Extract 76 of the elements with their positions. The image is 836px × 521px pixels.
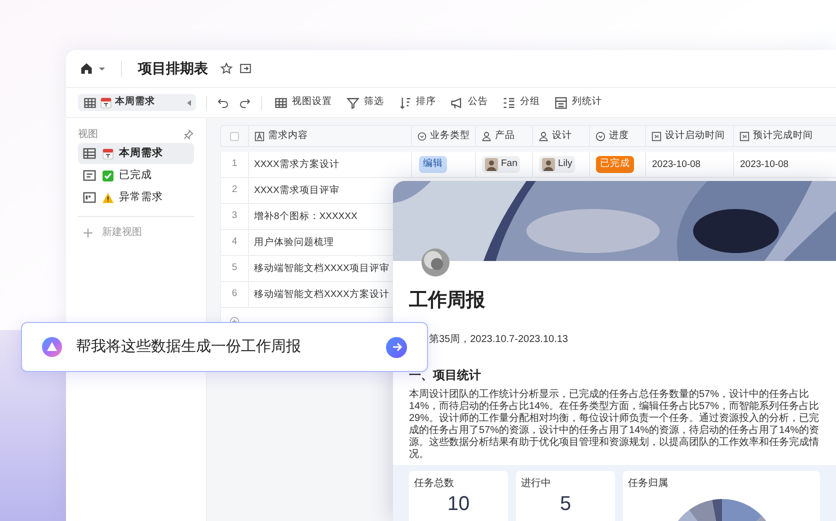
document-subtitle: 第35周，2023.10.7-2023.10.13: [429, 334, 568, 344]
card-label: 进行中: [521, 476, 551, 490]
column-header[interactable]: 业务类型: [411, 126, 475, 146]
avatar: [485, 158, 498, 171]
person-icon: [481, 130, 492, 142]
row-number: 5: [230, 261, 238, 276]
calendar-icon: [102, 148, 114, 160]
person-chip: Lily: [539, 156, 576, 173]
text-field-icon: [254, 130, 265, 142]
view-item[interactable]: 本周需求: [78, 143, 194, 164]
kanban-icon: [82, 190, 97, 205]
group-icon: [502, 96, 516, 110]
dropdown-circle-icon: [595, 130, 606, 142]
ai-prompt-field[interactable]: 帮我将这些数据生成一份工作周报: [21, 322, 428, 372]
stat-value: 5: [560, 494, 572, 514]
caret-icon[interactable]: [99, 66, 105, 72]
view-item[interactable]: 已完成: [78, 165, 194, 186]
home-icon[interactable]: [80, 62, 93, 75]
column-header[interactable]: 设计: [532, 126, 589, 146]
checkbox-icon: [102, 170, 114, 182]
date-icon: [739, 130, 750, 142]
caret-icon: [187, 100, 191, 106]
select-all-checkbox[interactable]: [230, 132, 239, 140]
section-heading: 视图: [78, 128, 98, 142]
report-paragraph: 本周设计团队的工作统计分析显示，已完成的任务占总任务数量的57%，设计中的任务占比14%，而待启动的任务占比14%。在任务类型方面，编辑任务占比57%，而智能系列任务占比29%。设计师的工作量分配相对均衡，每位设计师负责一个任务。通过资源投入的分析，已完成的任务占用了57%的资源，设计中的任务占用了14%的资源，待启动的任务占用了14%的资源。这些数据分析结果有助于优化项目管理和资源规划，以提高团队的工作效率和任务完成情况。: [409, 388, 820, 460]
calendar-icon: [100, 96, 112, 108]
column-header[interactable]: 需求内容: [248, 126, 411, 146]
toolbar-button[interactable]: 筛选: [344, 95, 386, 110]
card-label: 任务归属: [628, 476, 668, 490]
table-icon: [83, 96, 97, 110]
sort-icon: [398, 96, 412, 110]
card-label: 任务总数: [414, 476, 454, 490]
document-title: 项目排期表: [138, 59, 208, 78]
row-number: 4: [230, 235, 238, 250]
column-header[interactable]: 预计完成时间: [733, 126, 823, 146]
person-chip: Fan: [482, 156, 520, 173]
date-icon: [651, 130, 662, 142]
warning-icon: [102, 192, 114, 204]
toolbar-button[interactable]: 列统计: [552, 95, 604, 110]
stat-value: 10: [447, 494, 470, 514]
document-avatar-icon: [421, 248, 450, 277]
table-icon: [274, 96, 288, 110]
move-to-folder-icon[interactable]: [239, 62, 252, 75]
send-button[interactable]: [386, 336, 407, 358]
document-title: 工作周报: [409, 289, 485, 313]
row-number: 1: [230, 157, 238, 172]
toolbar-button[interactable]: 视图设置: [272, 95, 334, 110]
filter-icon: [346, 96, 360, 110]
row-number: 6: [230, 287, 238, 302]
toolbar-button[interactable]: 排序: [396, 95, 438, 110]
person-icon: [538, 130, 549, 142]
dropdown-circle-icon: [417, 130, 427, 142]
avatar: [542, 158, 555, 171]
column-header[interactable]: 设计启动时间: [645, 126, 733, 146]
column-header[interactable]: 进度: [589, 126, 645, 146]
category-tag: 编辑: [419, 156, 447, 173]
megaphone-icon: [450, 96, 464, 110]
redo-icon[interactable]: [239, 96, 251, 108]
view-selector[interactable]: 本周需求: [78, 94, 196, 111]
status-tag: 已完成: [596, 156, 634, 173]
prompt-text: 帮我将这些数据生成一份工作周报: [76, 336, 301, 357]
star-icon[interactable]: [220, 62, 233, 75]
form-icon: [82, 168, 97, 183]
view-item[interactable]: 异常需求: [78, 187, 194, 208]
stats-icon: [554, 96, 568, 110]
toolbar-button[interactable]: 公告: [448, 95, 490, 110]
undo-icon[interactable]: [217, 96, 229, 108]
toolbar-button[interactable]: 分组: [500, 95, 542, 110]
column-header[interactable]: 产品: [475, 126, 532, 146]
row-number: 3: [230, 209, 238, 224]
pin-icon[interactable]: [183, 128, 194, 140]
arrow-right-icon: [390, 341, 402, 353]
assistant-logo-icon: [42, 337, 62, 357]
row-number: 2: [230, 183, 238, 198]
plus-icon: [82, 226, 94, 238]
table-icon: [82, 146, 97, 161]
